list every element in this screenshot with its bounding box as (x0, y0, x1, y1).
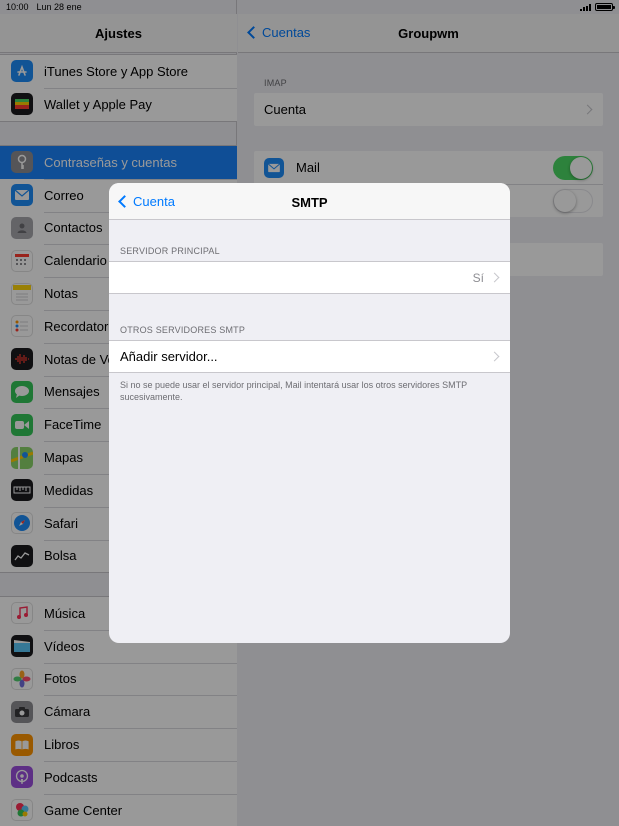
primary-server-section-label: SERVIDOR PRINCIPAL (120, 246, 220, 256)
smtp-footer-note: Si no se puede usar el servidor principa… (120, 380, 467, 402)
add-server-row[interactable]: Añadir servidor... (109, 341, 510, 372)
status-bar: 10:00 Lun 28 ene (0, 0, 619, 14)
signal-icon (580, 3, 591, 11)
status-time: 10:00 (6, 2, 29, 12)
smtp-modal: Cuenta SMTP SERVIDOR PRINCIPAL Sí OTROS … (109, 183, 510, 643)
other-servers-group: Añadir servidor... (109, 340, 510, 373)
add-server-label: Añadir servidor... (120, 349, 218, 364)
primary-server-group: Sí (109, 261, 510, 294)
primary-server-status: Sí (472, 270, 484, 285)
modal-navbar: Cuenta SMTP (109, 183, 510, 220)
chevron-right-icon (489, 351, 500, 362)
chevron-right-icon (489, 272, 500, 283)
modal-title: SMTP (291, 195, 328, 210)
battery-icon (595, 3, 615, 11)
other-servers-section-label: OTROS SERVIDORES SMTP (120, 325, 246, 335)
status-date: Lun 28 ene (36, 2, 82, 12)
primary-server-row[interactable]: Sí (109, 262, 510, 293)
